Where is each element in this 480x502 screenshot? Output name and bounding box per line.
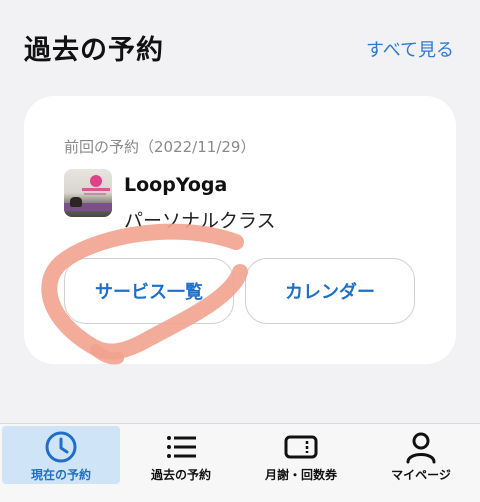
tab-label: 過去の予約 <box>150 468 211 482</box>
class-name: パーソナルクラス <box>124 210 276 232</box>
tab-past-reservations[interactable]: 過去の予約 <box>122 426 240 484</box>
tab-my-page[interactable]: マイページ <box>362 426 480 484</box>
tab-label: マイページ <box>391 468 451 482</box>
tab-bar: 現在の予約 過去の予約 月謝・回数券 マイページ <box>0 423 480 502</box>
previous-reservation-label: 前回の予約（2022/11/29） <box>64 138 256 156</box>
clock-icon <box>44 430 78 464</box>
person-icon <box>404 430 438 464</box>
tab-current-reservations[interactable]: 現在の予約 <box>2 426 120 484</box>
shop-thumbnail <box>64 169 112 217</box>
shop-name: LoopYoga <box>124 174 228 196</box>
tab-label: 現在の予約 <box>30 468 91 482</box>
tab-label: 月謝・回数券 <box>264 468 337 482</box>
previous-reservation-card: 前回の予約（2022/11/29） LoopYoga パーソナルクラス サービス… <box>24 96 456 364</box>
tab-tickets[interactable]: 月謝・回数券 <box>242 426 360 484</box>
calendar-button[interactable]: カレンダー <box>245 258 415 324</box>
page-title: 過去の予約 <box>24 35 164 66</box>
services-list-button[interactable]: サービス一覧 <box>64 258 234 324</box>
see-all-link[interactable]: すべて見る <box>366 36 454 62</box>
header: 過去の予約 すべて見る <box>0 0 480 90</box>
ticket-icon <box>283 430 319 464</box>
list-icon <box>164 430 198 464</box>
